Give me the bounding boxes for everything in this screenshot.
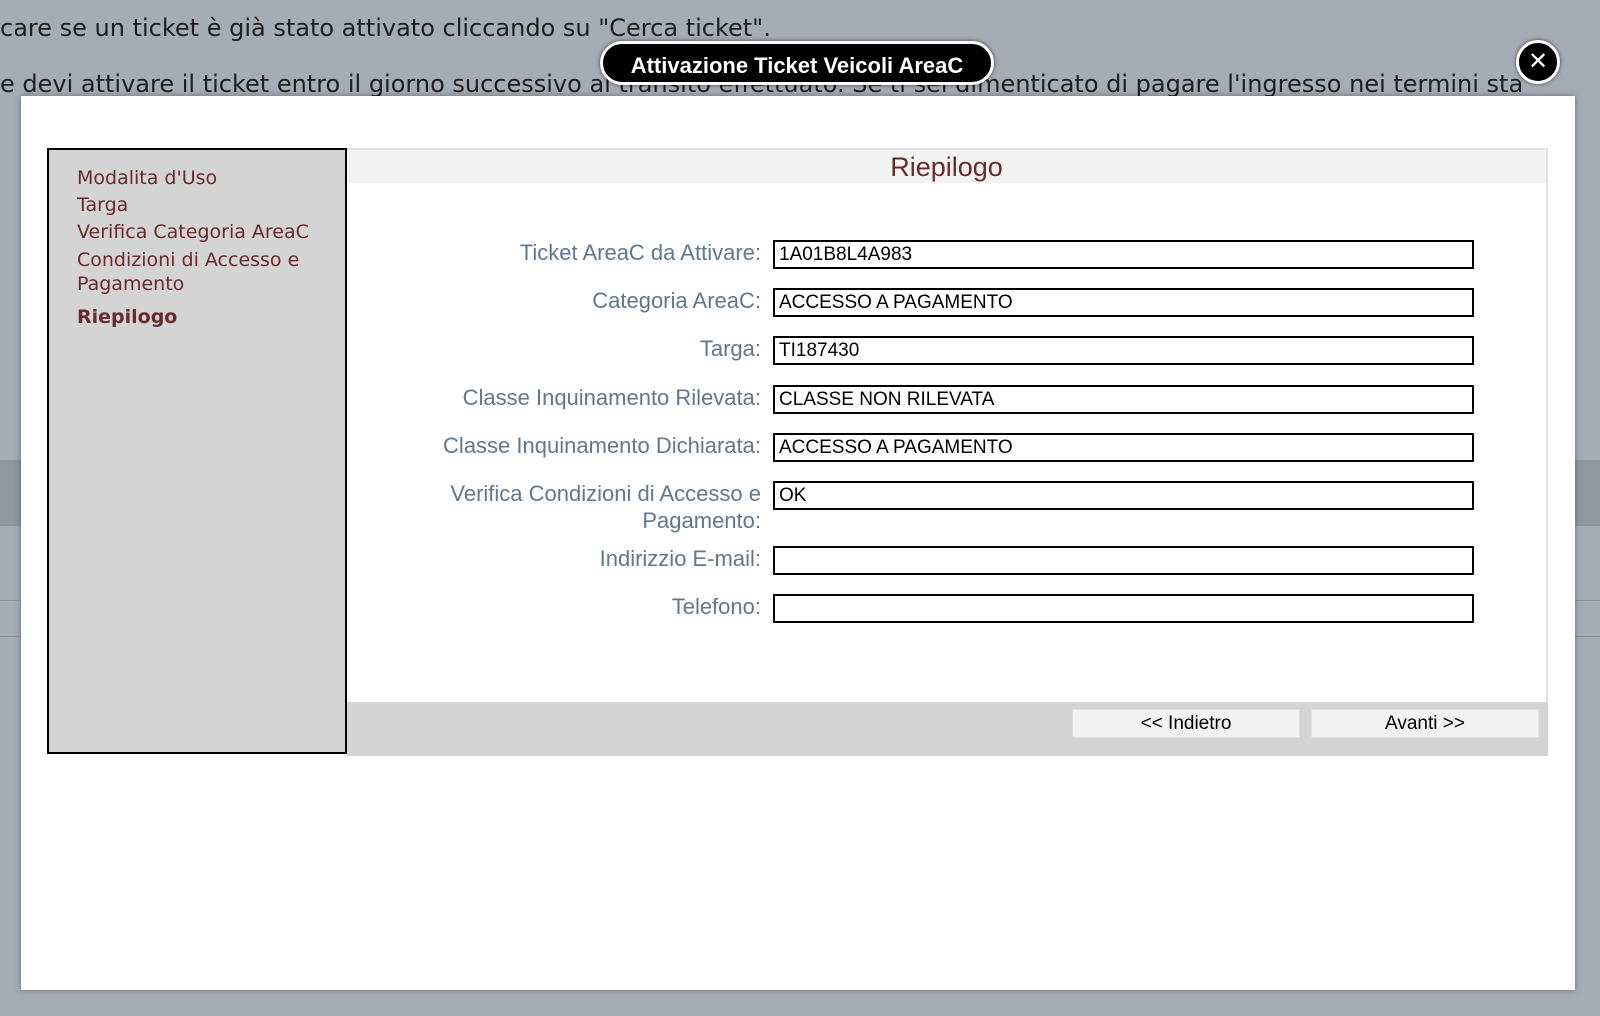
classe-dichiarata-field[interactable]: ACCESSO A PAGAMENTO <box>773 433 1474 462</box>
sidebar-item-riepilogo[interactable]: Riepilogo <box>77 305 327 329</box>
categoria-field[interactable]: ACCESSO A PAGAMENTO <box>773 288 1474 317</box>
email-field[interactable] <box>773 546 1474 575</box>
sidebar-item-modalita-uso[interactable]: Modalita d'Uso <box>77 166 327 190</box>
modal-title: Attivazione Ticket Veicoli AreaC <box>600 41 994 85</box>
verifica-condizioni-field[interactable]: OK <box>773 481 1474 510</box>
categoria-label: Categoria AreaC: <box>592 288 761 313</box>
sidebar-item-condizioni-accesso[interactable]: Condizioni di Accesso e Pagamento <box>77 248 327 296</box>
panel-title: Riepilogo <box>347 150 1546 183</box>
wizard-sidebar: Modalita d'Uso Targa Verifica Categoria … <box>47 148 347 754</box>
targa-field[interactable]: TI187430 <box>773 336 1474 365</box>
sidebar-item-targa[interactable]: Targa <box>77 193 327 217</box>
ticket-field[interactable]: 1A01B8L4A983 <box>773 240 1474 269</box>
targa-label: Targa: <box>699 336 761 361</box>
sidebar-item-verifica-categoria[interactable]: Verifica Categoria AreaC <box>77 220 327 244</box>
ticket-label: Ticket AreaC da Attivare: <box>519 240 761 265</box>
classe-rilevata-label: Classe Inquinamento Rilevata: <box>462 385 761 410</box>
classe-rilevata-field[interactable]: CLASSE NON RILEVATA <box>773 385 1474 414</box>
email-label: Indirizzio E-mail: <box>599 546 761 571</box>
back-button[interactable]: << Indietro <box>1072 709 1300 738</box>
close-icon[interactable]: ✕ <box>1516 40 1560 84</box>
telefono-label: Telefono: <box>671 594 761 619</box>
summary-panel: Riepilogo Ticket AreaC da Attivare: 1A01… <box>347 148 1548 756</box>
telefono-field[interactable] <box>773 594 1474 623</box>
background-text-line-1: care se un ticket è già stato attivato c… <box>0 14 771 42</box>
classe-dichiarata-label: Classe Inquinamento Dichiarata: <box>443 433 761 458</box>
panel-footer: << Indietro Avanti >> <box>347 702 1548 756</box>
next-button[interactable]: Avanti >> <box>1311 709 1539 738</box>
verifica-condizioni-label: Verifica Condizioni di Accesso e Pagamen… <box>450 481 761 533</box>
